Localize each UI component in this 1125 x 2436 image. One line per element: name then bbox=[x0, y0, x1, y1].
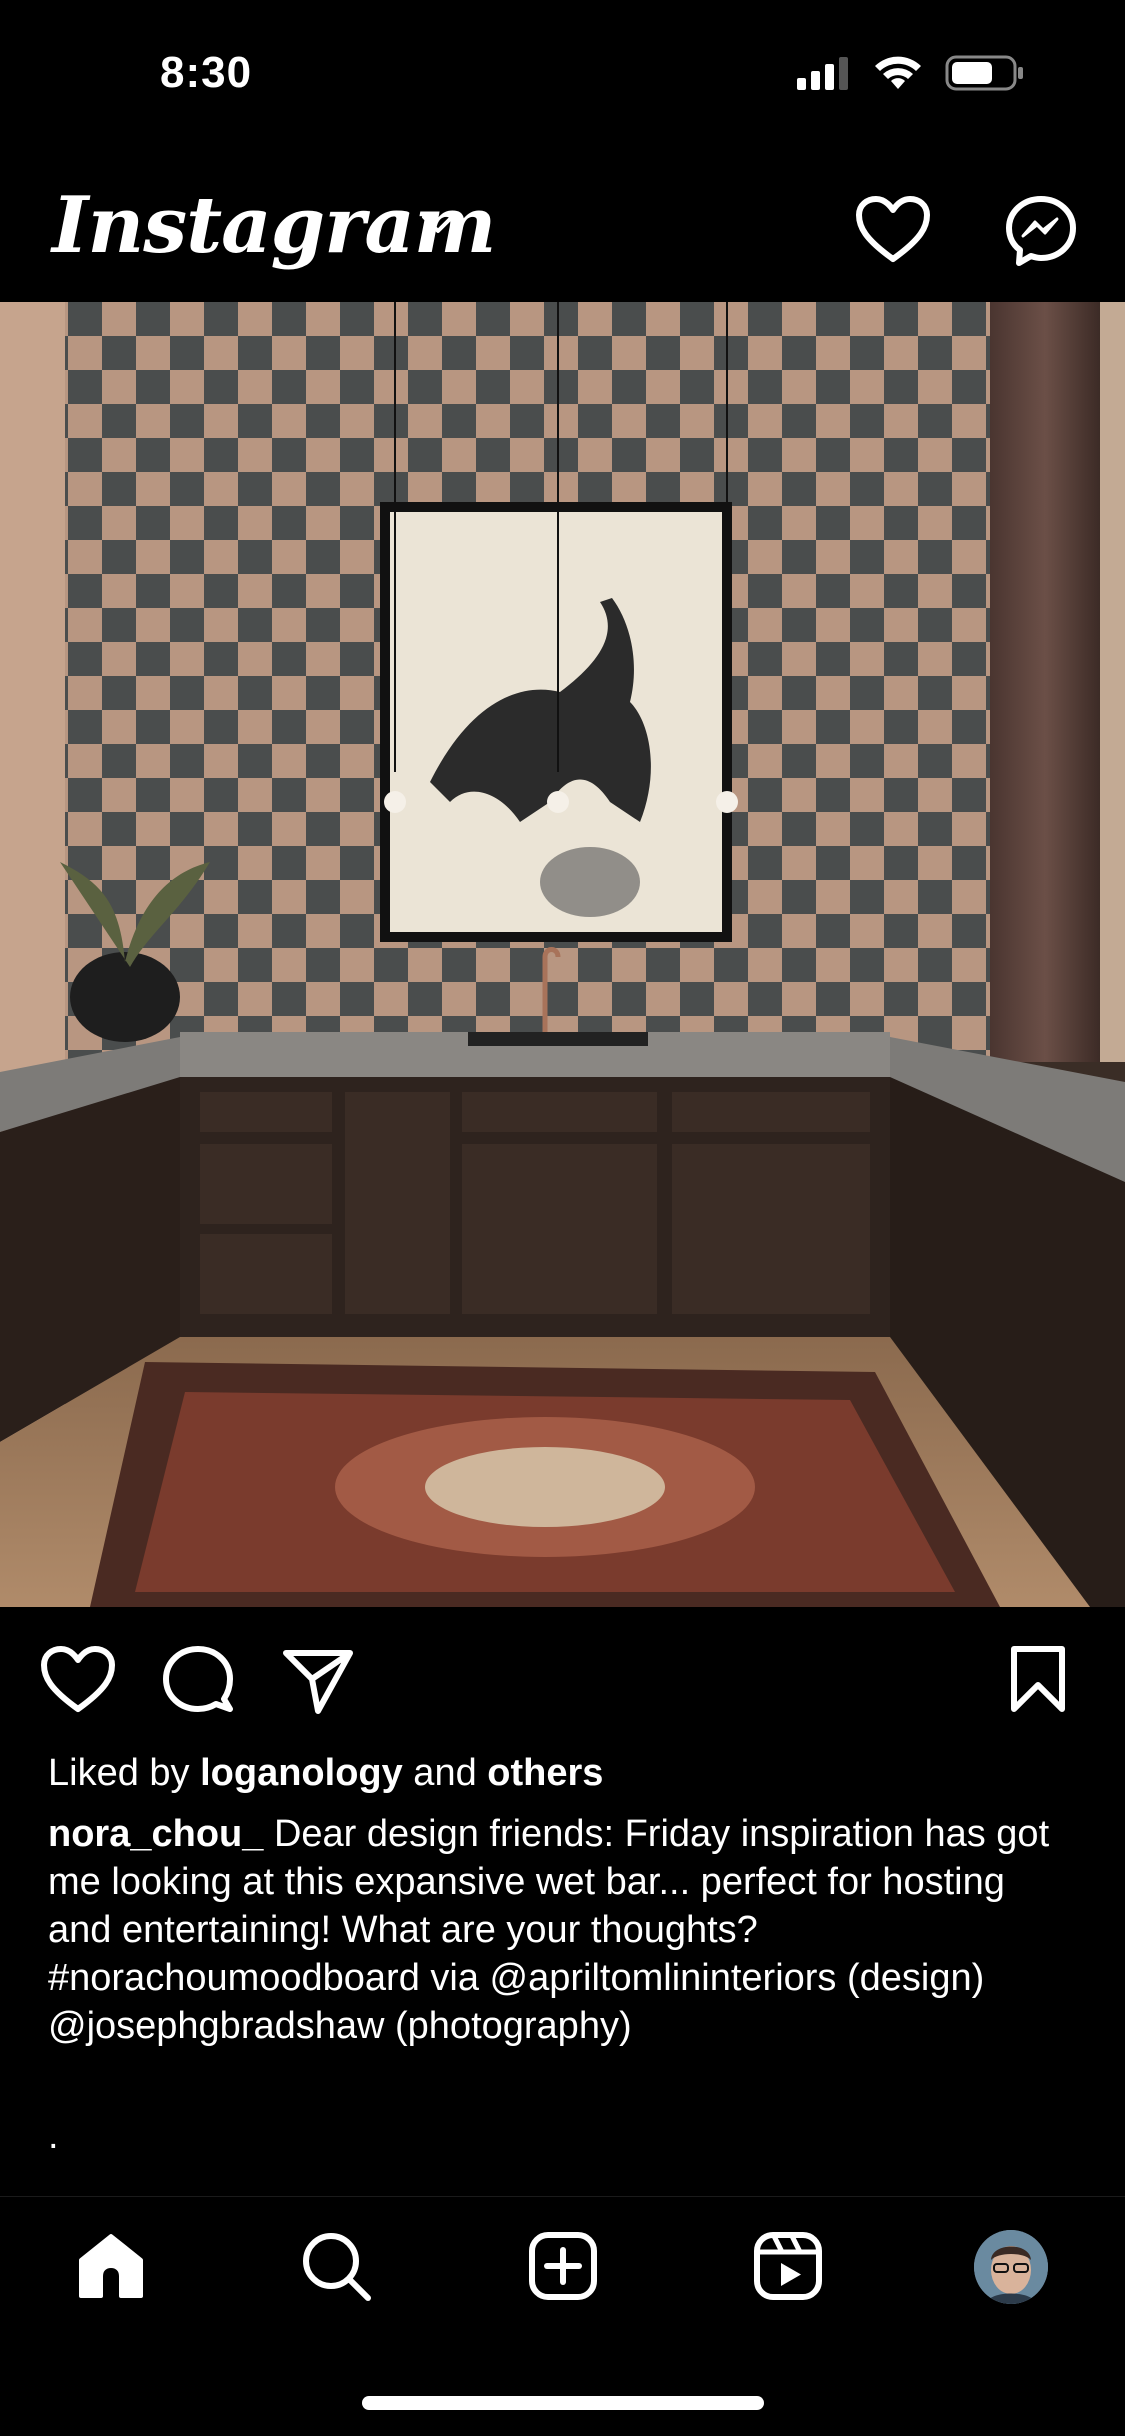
create-icon[interactable] bbox=[527, 2230, 599, 2302]
liked-by-mid: and bbox=[402, 1752, 488, 1794]
heart-icon[interactable] bbox=[855, 195, 931, 265]
status-icons bbox=[795, 55, 1025, 91]
post-caption: nora_chou_ Dear design friends: Friday i… bbox=[48, 1810, 1078, 2050]
battery-icon bbox=[945, 55, 1023, 91]
like-icon[interactable] bbox=[40, 1645, 116, 1715]
signal-icon bbox=[797, 57, 848, 90]
reels-icon[interactable] bbox=[752, 2230, 824, 2302]
chevron-down-icon[interactable] bbox=[420, 212, 456, 236]
home-indicator bbox=[362, 2396, 764, 2410]
home-icon[interactable] bbox=[75, 2230, 147, 2302]
share-icon[interactable] bbox=[282, 1645, 354, 1717]
search-icon[interactable] bbox=[300, 2230, 372, 2302]
author-username-link[interactable]: nora_chou_ bbox=[48, 1813, 263, 1855]
liked-by-user-link[interactable]: loganology bbox=[200, 1752, 403, 1794]
avatar-image bbox=[974, 2230, 1048, 2304]
likes-line: Liked by loganology and others bbox=[48, 1752, 603, 1795]
kitchen-photo-image bbox=[0, 302, 1125, 1607]
profile-avatar[interactable] bbox=[974, 2230, 1048, 2304]
status-time: 8:30 bbox=[160, 48, 253, 97]
post-photo[interactable] bbox=[0, 302, 1125, 1607]
comment-icon[interactable] bbox=[162, 1645, 234, 1717]
wifi-icon bbox=[875, 56, 921, 89]
messenger-icon[interactable] bbox=[1005, 195, 1077, 267]
bookmark-icon[interactable] bbox=[1008, 1645, 1068, 1713]
nav-divider bbox=[0, 2196, 1125, 2197]
liked-by-others-link[interactable]: others bbox=[487, 1752, 603, 1794]
liked-by-prefix: Liked by bbox=[48, 1752, 201, 1794]
caption-trail: . bbox=[48, 2115, 59, 2157]
